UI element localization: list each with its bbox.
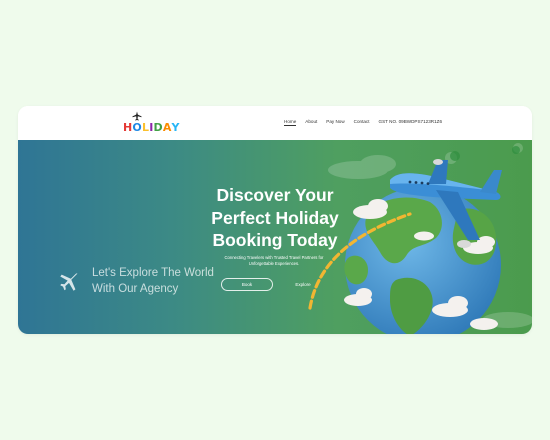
logo-letter: D (153, 121, 163, 134)
website-preview-card: HOLIDAY Home About Pay Now Contact GST N… (18, 106, 532, 334)
book-button[interactable]: Book (221, 278, 273, 291)
logo-letter: Y (171, 121, 180, 134)
nav-links: Home About Pay Now Contact GST NO. 09BWD… (284, 119, 442, 126)
tagline-line-2: With Our Agency (92, 282, 179, 295)
nav-link-contact[interactable]: Contact (354, 119, 370, 126)
nav-link-pay-now[interactable]: Pay Now (326, 119, 344, 126)
nav-link-home[interactable]: Home (284, 119, 297, 126)
hero-section: Discover Your Perfect Holiday Booking To… (18, 140, 532, 334)
tagline-line-1: Let's Explore The World (92, 267, 214, 279)
hero-tagline: Let's Explore The World With Our Agency (92, 266, 214, 297)
holiday-logo[interactable]: HOLIDAY (123, 111, 183, 135)
logo-letter: A (162, 121, 172, 134)
gst-number: GST NO. 09BWDPS7123R1Z6 (378, 119, 443, 124)
logo-letter: H (123, 121, 133, 134)
nav-link-about[interactable]: About (305, 119, 317, 126)
logo-letter: L (141, 121, 150, 134)
logo-airplane-icon (132, 111, 142, 121)
top-navbar: HOLIDAY Home About Pay Now Contact GST N… (18, 106, 532, 141)
logo-wordmark: HOLIDAY (123, 121, 180, 134)
explore-button[interactable]: Explore (288, 278, 318, 291)
hero-headline: Discover Your Perfect Holiday Booking To… (211, 185, 339, 250)
hero-subtext: Connecting Travelers with Trusted Travel… (224, 255, 324, 266)
airplane-icon (60, 273, 78, 291)
logo-letter: O (132, 121, 142, 134)
